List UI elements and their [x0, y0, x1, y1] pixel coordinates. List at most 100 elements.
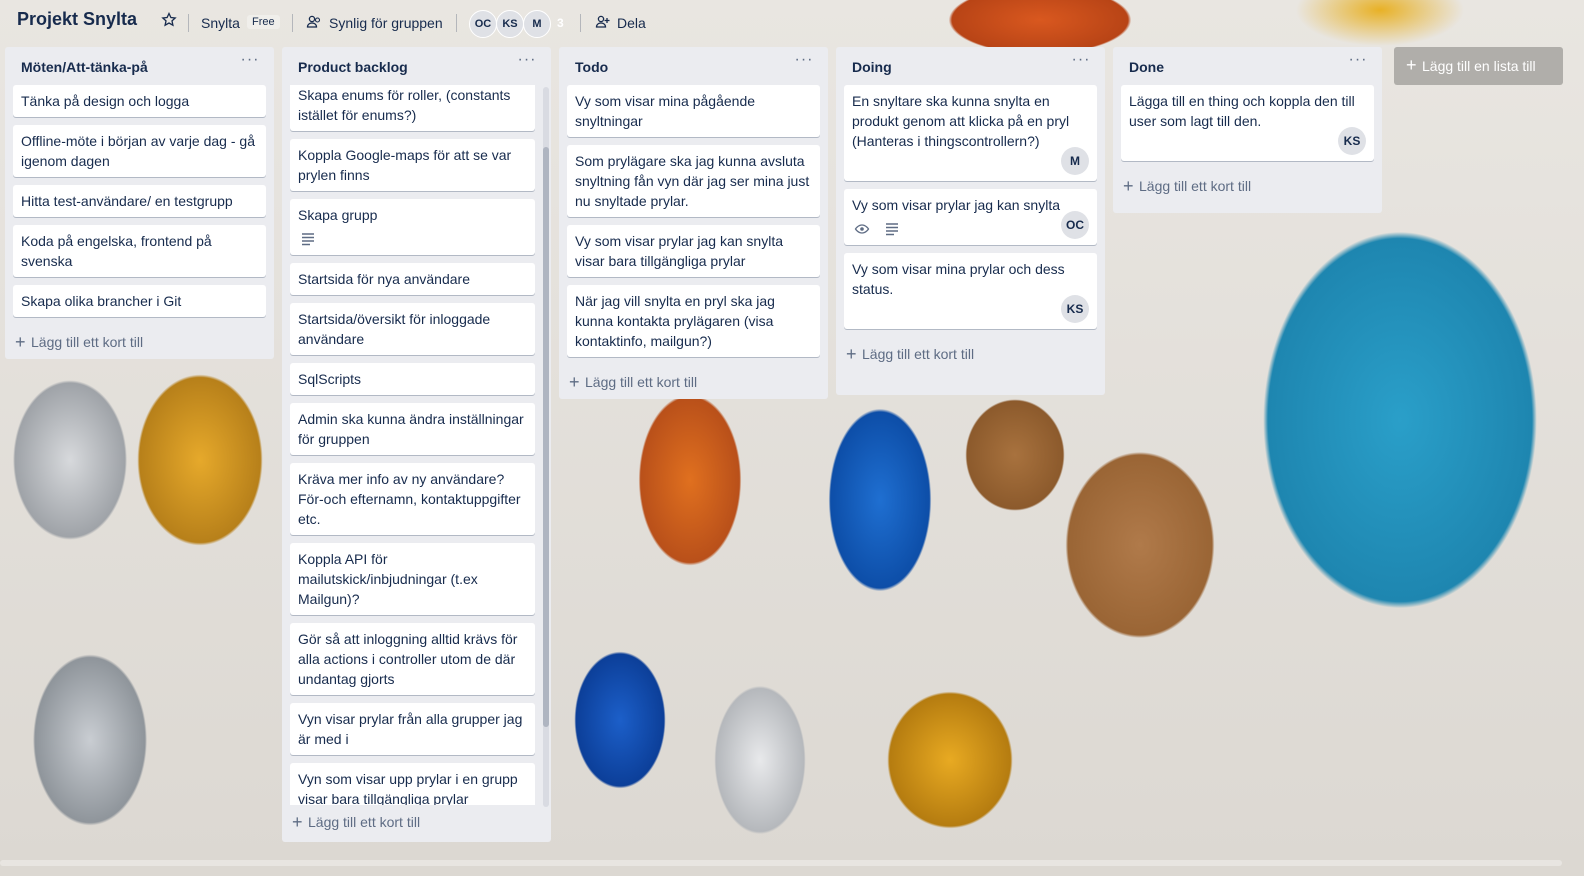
card-title: Startsida/översikt för inloggade använda… — [298, 311, 491, 347]
ellipsis-icon[interactable]: ··· — [1346, 52, 1370, 75]
member-avatar[interactable]: KS — [1061, 295, 1089, 323]
ellipsis-icon[interactable]: ··· — [1069, 52, 1093, 75]
plus-icon: + — [569, 372, 580, 392]
list-header: Todo ··· — [567, 47, 820, 85]
card-title: Vy som visar prylar jag kan snylta — [852, 197, 1060, 213]
add-card-label: Lägg till ett kort till — [31, 334, 144, 350]
plus-icon: + — [846, 344, 857, 364]
plus-icon: + — [292, 812, 303, 832]
card[interactable]: Tänka på design och logga — [13, 85, 266, 117]
card[interactable]: Skapa grupp — [290, 199, 535, 255]
ellipsis-icon[interactable]: ··· — [515, 52, 539, 75]
add-card-button[interactable]: + Lägg till ett kort till — [844, 337, 1097, 373]
card[interactable]: Startsida/översikt för inloggade använda… — [290, 303, 535, 355]
card-title: Skapa enums för roller, (constants istäl… — [298, 87, 511, 123]
description-icon — [885, 223, 898, 236]
add-list-button[interactable]: + Lägg till en lista till — [1394, 47, 1563, 85]
card-title: Vyn visar prylar från alla grupper jag ä… — [298, 711, 523, 747]
card[interactable]: Koda på engelska, frontend på svenska — [13, 225, 266, 277]
add-card-label: Lägg till ett kort till — [862, 346, 975, 362]
card-badges: KS — [1129, 127, 1366, 159]
card[interactable]: Som prylägare ska jag kunna avsluta snyl… — [567, 145, 820, 217]
card[interactable]: Gör så att inloggning alltid krävs för a… — [290, 623, 535, 695]
header-divider — [292, 14, 293, 32]
card[interactable]: SqlScripts — [290, 363, 535, 395]
member-avatar[interactable]: M — [523, 10, 551, 38]
share-button[interactable]: Dela — [617, 15, 646, 31]
board-header: Projekt Snylta Snylta Free Synlig för gr… — [0, 0, 1584, 44]
visibility-button[interactable]: Synlig för gruppen — [329, 15, 443, 31]
add-card-label: Lägg till ett kort till — [308, 814, 421, 830]
card[interactable]: Vyn som visar upp prylar i en grupp visa… — [290, 763, 535, 805]
card[interactable]: Offline-möte i början av varje dag - gå … — [13, 125, 266, 177]
card-title: Admin ska kunna ändra inställningar för … — [298, 411, 524, 447]
header-divider — [580, 14, 581, 32]
share-icon[interactable] — [595, 14, 611, 30]
scrollbar-thumb[interactable] — [543, 147, 549, 727]
card-title: Gör så att inloggning alltid krävs för a… — [298, 631, 518, 687]
eye-icon — [854, 224, 870, 234]
star-icon[interactable] — [161, 12, 177, 28]
card[interactable]: Vy som visar prylar jag kan snylta OC — [844, 189, 1097, 245]
member-count[interactable]: 3 — [557, 16, 564, 30]
card-badges: OC — [852, 211, 1089, 243]
card[interactable]: Vyn visar prylar från alla grupper jag ä… — [290, 703, 535, 755]
card[interactable]: Admin ska kunna ändra inställningar för … — [290, 403, 535, 455]
card-title: Skapa grupp — [298, 207, 378, 223]
board-scrollbar[interactable] — [0, 860, 1562, 866]
list-done: Done ··· Lägga till en thing och koppla … — [1113, 47, 1382, 213]
list-doing: Doing ··· En snyltare ska kunna snylta e… — [836, 47, 1105, 395]
list-title[interactable]: Möten/Att-tänka-på — [21, 59, 148, 75]
add-card-button[interactable]: + Lägg till ett kort till — [290, 805, 543, 841]
card[interactable]: En snyltare ska kunna snylta en produkt … — [844, 85, 1097, 181]
card-title: Koppla API för mailutskick/inbjudningar … — [298, 551, 478, 607]
card-title: Koda på engelska, frontend på svenska — [21, 233, 212, 269]
list-title[interactable]: Doing — [852, 59, 892, 75]
card-title: Tänka på design och logga — [21, 93, 190, 109]
member-avatar[interactable]: KS — [1338, 127, 1366, 155]
list-header: Möten/Att-tänka-på ··· — [13, 47, 266, 85]
card[interactable]: Hitta test-användare/ en testgrupp — [13, 185, 266, 217]
team-name[interactable]: Snylta — [201, 15, 240, 31]
member-avatar[interactable]: KS — [496, 10, 524, 38]
add-card-button[interactable]: + Lägg till ett kort till — [567, 365, 820, 401]
plus-icon: + — [15, 332, 26, 352]
add-list-label: Lägg till en lista till — [1422, 58, 1536, 74]
member-avatar[interactable]: M — [1061, 147, 1089, 175]
board-title[interactable]: Projekt Snylta — [17, 9, 137, 30]
add-card-button[interactable]: + Lägg till ett kort till — [1121, 169, 1374, 205]
card-title: Skapa olika brancher i Git — [21, 293, 182, 309]
card[interactable]: Skapa olika brancher i Git — [13, 285, 266, 317]
card[interactable]: Vy som visar mina prylar och dess status… — [844, 253, 1097, 329]
card[interactable]: Koppla Google-maps för att se var prylen… — [290, 139, 535, 191]
card-title: Hitta test-användare/ en testgrupp — [21, 193, 233, 209]
card[interactable]: Lägga till en thing och koppla den till … — [1121, 85, 1374, 161]
add-card-button[interactable]: + Lägg till ett kort till — [13, 325, 266, 361]
list-scrollbar[interactable] — [543, 87, 549, 807]
card[interactable]: Startsida för nya användare — [290, 263, 535, 295]
list-header: Done ··· — [1121, 47, 1374, 85]
member-avatar[interactable]: OC — [469, 10, 497, 38]
list-title[interactable]: Done — [1129, 59, 1164, 75]
list-title[interactable]: Todo — [575, 59, 608, 75]
people-icon[interactable] — [306, 14, 322, 30]
card[interactable]: Kräva mer info av ny användare? För-och … — [290, 463, 535, 535]
card-badges: KS — [852, 295, 1089, 327]
member-avatar[interactable]: OC — [1061, 211, 1089, 239]
card[interactable]: När jag vill snylta en pryl ska jag kunn… — [567, 285, 820, 357]
card-badges — [298, 229, 527, 253]
card-title: Vyn som visar upp prylar i en grupp visa… — [298, 771, 518, 805]
card[interactable]: Vy som visar mina pågående snyltningar — [567, 85, 820, 137]
card-title: Koppla Google-maps för att se var prylen… — [298, 147, 512, 183]
ellipsis-icon[interactable]: ··· — [792, 52, 816, 75]
list-title[interactable]: Product backlog — [298, 59, 408, 75]
card-title: Offline-möte i början av varje dag - gå … — [21, 133, 255, 169]
plus-icon: + — [1123, 176, 1134, 196]
card[interactable]: Skapa enums för roller, (constants istäl… — [290, 85, 535, 131]
card[interactable]: Vy som visar prylar jag kan snylta visar… — [567, 225, 820, 277]
ellipsis-icon[interactable]: ··· — [238, 52, 262, 75]
card-list: Skapa enums för roller, (constants istäl… — [290, 85, 535, 805]
card[interactable]: Koppla API för mailutskick/inbjudningar … — [290, 543, 535, 615]
list-product-backlog: Product backlog ··· Skapa enums för roll… — [282, 47, 551, 842]
card-title: Lägga till en thing och koppla den till … — [1129, 93, 1355, 129]
